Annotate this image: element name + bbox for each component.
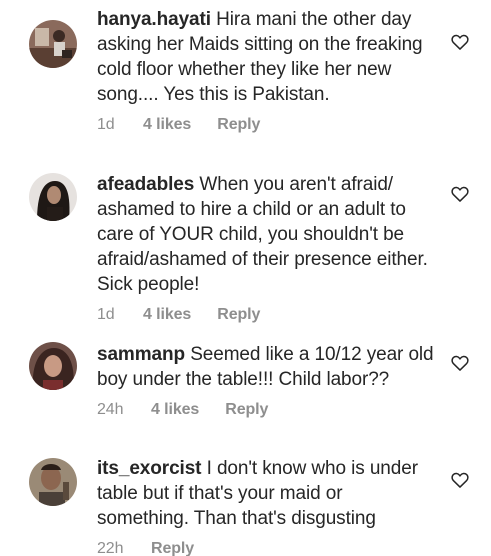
reply-button[interactable]: Reply xyxy=(217,302,260,327)
comment-likes[interactable]: 4 likes xyxy=(143,112,191,137)
comment-time: 24h xyxy=(97,401,124,418)
comment-username[interactable]: afeadables xyxy=(97,174,194,195)
comments-list: hanya.hayati Hira mani the other day ask… xyxy=(0,0,491,556)
avatar[interactable] xyxy=(29,458,77,506)
comment-likes[interactable]: 4 likes xyxy=(151,397,199,422)
comment-body: sammanp Seemed like a 10/12 year old boy… xyxy=(97,342,437,422)
heart-outline-icon[interactable] xyxy=(450,470,470,490)
reply-button[interactable]: Reply xyxy=(151,536,194,556)
comment-time: 1d xyxy=(97,306,115,323)
comment-username[interactable]: hanya.hayati xyxy=(97,9,211,30)
heart-outline-icon[interactable] xyxy=(450,353,470,373)
comment-meta: 1d 4 likes Reply xyxy=(97,112,437,137)
comment-likes[interactable]: 4 likes xyxy=(143,302,191,327)
heart-outline-icon[interactable] xyxy=(450,32,470,52)
comment-meta: 1d 4 likes Reply xyxy=(97,302,437,327)
comment-meta: 22h Reply xyxy=(97,536,437,556)
comment-meta: 24h 4 likes Reply xyxy=(97,397,437,422)
comment-username[interactable]: sammanp xyxy=(97,344,185,365)
heart-outline-icon[interactable] xyxy=(450,184,470,204)
comment-body: afeadables When you aren't afraid/ asham… xyxy=(97,172,437,327)
comment-body: its_exorcist I don't know who is under t… xyxy=(97,456,437,556)
reply-button[interactable]: Reply xyxy=(225,397,268,422)
comment-time: 22h xyxy=(97,540,124,556)
reply-button[interactable]: Reply xyxy=(217,112,260,137)
avatar[interactable] xyxy=(29,342,77,390)
avatar[interactable] xyxy=(29,20,77,68)
avatar[interactable] xyxy=(29,173,77,221)
comment-body: hanya.hayati Hira mani the other day ask… xyxy=(97,7,437,137)
comment-time: 1d xyxy=(97,116,115,133)
comment-username[interactable]: its_exorcist xyxy=(97,458,202,479)
